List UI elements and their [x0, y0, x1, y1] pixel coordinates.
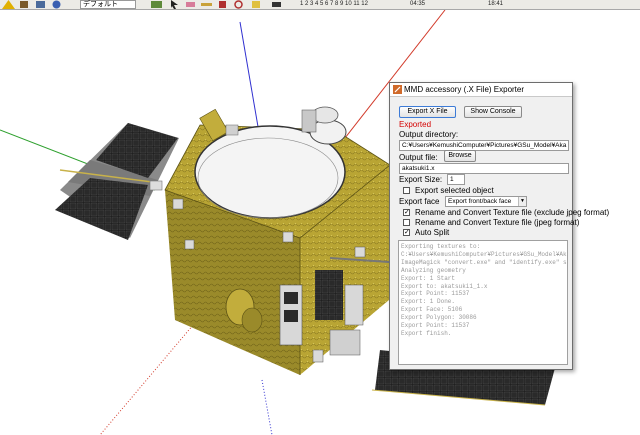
status-text: Exported — [399, 120, 432, 129]
rotate-icon[interactable] — [232, 0, 245, 9]
rename-jpeg-checkbox[interactable] — [403, 219, 410, 226]
show-console-button[interactable]: Show Console — [464, 106, 522, 118]
log-line: Export to: akatsuki1_1.x — [401, 282, 488, 290]
shadow-time-start: 04:35 — [410, 1, 426, 7]
shadow-toggle-icon[interactable] — [270, 0, 283, 9]
layer-dropdown[interactable]: デフォルト — [80, 0, 136, 9]
eraser-icon[interactable] — [184, 0, 197, 9]
output-file-input[interactable]: akatsuki1.x — [399, 163, 569, 174]
log-line: Export: 1 Done. — [401, 298, 456, 306]
log-line: Exporting textures to: — [401, 243, 481, 250]
export-selected-label: Export selected object — [415, 186, 494, 195]
log-line: Export: 1 Start — [401, 274, 456, 282]
rename-exclude-jpeg-label: Rename and Convert Texture file (exclude… — [415, 208, 610, 217]
log-line: Export finish. — [401, 329, 452, 337]
export-size-label: Export Size: — [399, 175, 443, 184]
pencil-icon[interactable] — [200, 0, 213, 9]
paint-bucket-icon[interactable] — [18, 0, 31, 9]
log-line: Export Point: 11537 — [401, 322, 470, 330]
log-line: C:¥Users¥KemushiComputer¥Pictures¥GSu_Mo… — [401, 250, 567, 258]
rename-exclude-jpeg-checkbox[interactable]: ✓ — [403, 209, 410, 216]
shadow-month-scale[interactable]: 1 2 3 4 5 6 7 8 9 10 11 12 — [300, 0, 368, 9]
export-x-file-button[interactable]: Export X File — [399, 106, 456, 118]
orbit-icon[interactable] — [50, 0, 63, 9]
export-face-select[interactable]: Export front/back face ▼ — [445, 196, 527, 207]
select-arrow-icon[interactable] — [168, 0, 181, 9]
log-line: Export Polygon: 30086 — [401, 314, 477, 322]
exporter-dialog: MMD accessory (.X File) Exporter Export … — [389, 82, 609, 370]
main-toolbar: デフォルト 1 2 3 4 5 6 7 8 9 10 11 12 04:35 1… — [0, 0, 640, 10]
shadow-time-end: 18:41 — [488, 1, 504, 7]
log-line: Export Face: 5106 — [401, 306, 463, 314]
tape-measure-icon[interactable] — [250, 0, 263, 9]
log-line: ImageMagick "convert.exe" and "identify.… — [401, 258, 567, 266]
solar-panel-left — [55, 123, 179, 240]
auto-split-checkbox[interactable]: ✓ — [403, 229, 410, 236]
rename-jpeg-label: Rename and Convert Texture file (jpeg fo… — [415, 218, 580, 227]
dialog-titlebar[interactable]: MMD accessory (.X File) Exporter — [390, 83, 572, 97]
log-line: Export Point: 11537 — [401, 290, 470, 298]
dialog-title: MMD accessory (.X File) Exporter — [404, 85, 525, 94]
export-size-input[interactable]: 1 — [447, 174, 465, 185]
console-log[interactable]: Exporting textures to: C:¥Users¥KemushiC… — [398, 240, 568, 365]
export-face-value: Export front/back face — [448, 198, 512, 205]
satellite-body — [164, 106, 391, 375]
layer-manager-icon[interactable] — [150, 0, 163, 9]
export-face-label: Export face — [399, 197, 440, 206]
output-dir-input[interactable]: C:¥Users¥KemushiComputer¥Pictures¥GSu_Mo… — [399, 140, 569, 151]
output-dir-label: Output directory: — [399, 130, 459, 139]
log-line: Analyzing geometry — [401, 266, 466, 274]
auto-split-label: Auto Split — [415, 228, 450, 237]
browse-button[interactable]: Browse — [444, 150, 476, 162]
app-icon — [393, 85, 402, 94]
output-file-label: Output file: — [399, 153, 438, 162]
dropdown-arrow-icon: ▼ — [518, 197, 526, 206]
component-icon[interactable] — [34, 0, 47, 9]
move-icon[interactable] — [216, 0, 229, 9]
export-selected-checkbox[interactable] — [403, 187, 410, 194]
warning-icon[interactable] — [2, 0, 15, 9]
blue-axis-dotted — [261, 379, 273, 435]
